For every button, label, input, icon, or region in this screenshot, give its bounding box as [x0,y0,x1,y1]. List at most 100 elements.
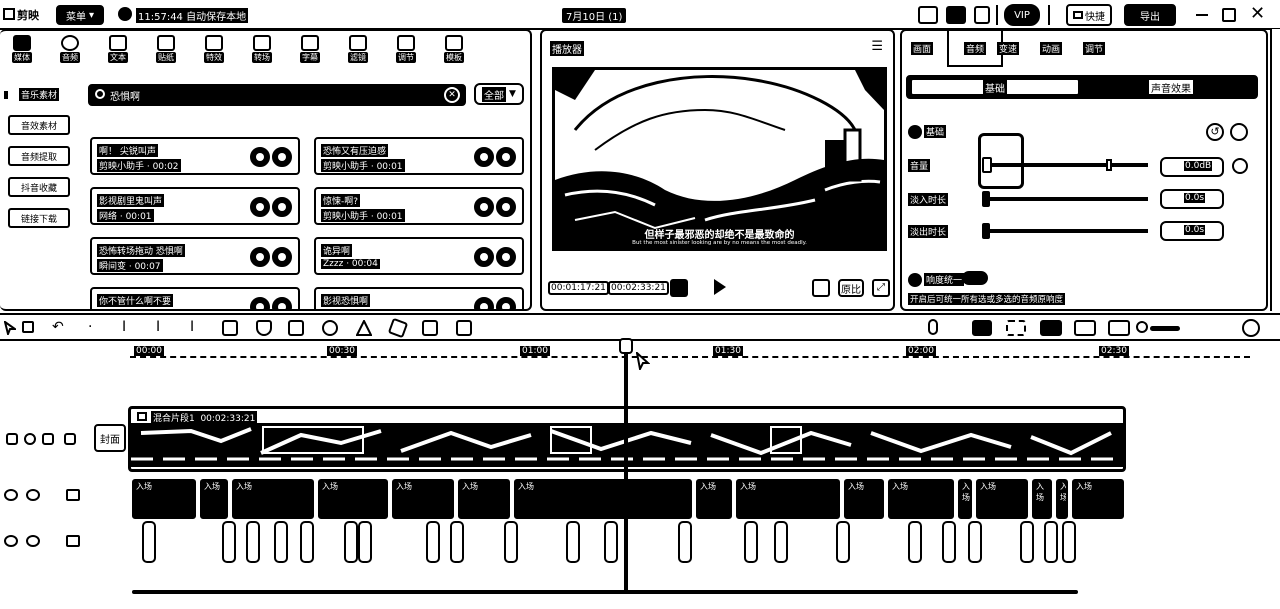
audio-stub-clip[interactable] [942,521,956,563]
fade-in-field[interactable]: 0.0s [1160,189,1224,209]
audio-stub-clip[interactable] [344,521,358,563]
tool-transition[interactable]: 转场 [242,35,282,65]
add-icon[interactable] [496,297,516,309]
audio-clip[interactable]: 入场 [1032,479,1052,519]
normalize-switch[interactable] [962,271,988,285]
timeline-scrollbar[interactable] [132,590,1078,594]
tool-adjust[interactable]: 调节 [386,35,426,65]
audio-stub-clip[interactable] [142,521,156,563]
favorite-icon[interactable] [250,297,270,309]
inspector-tab[interactable]: 变速 [990,39,1026,57]
maximize-icon[interactable] [1222,8,1236,22]
favorite-icon[interactable] [474,197,494,217]
add-icon[interactable] [272,247,292,267]
tool-effects[interactable]: 特效 [194,35,234,65]
audio-clip[interactable]: 入场 [888,479,954,519]
audio-clip[interactable]: 入场 [696,479,732,519]
close-icon[interactable]: ✕ [1250,5,1265,23]
sidebar-item[interactable]: 音乐素材 [4,84,70,104]
audio-stub-clip[interactable] [246,521,260,563]
audio-stub-clip[interactable] [968,521,982,563]
audio-clip[interactable]: 入场 [458,479,510,519]
split-icon[interactable]: I [122,320,138,336]
sidebar-item[interactable]: 音效素材 [8,115,70,135]
preview-axis-icon[interactable] [1074,320,1096,336]
add-icon[interactable] [272,147,292,167]
audio-result-card[interactable]: 恐怖又有压迫感 剪映小助手 · 00:01 [314,137,524,175]
clear-search-icon[interactable]: ✕ [444,87,460,103]
minimize-icon[interactable] [1196,14,1208,16]
audio-result-card[interactable]: 啊！ 尖锐叫声 剪映小助手 · 00:02 [90,137,300,175]
audio-clip[interactable]: 入场 [514,479,692,519]
audio-stub-clip[interactable] [1020,521,1034,563]
audio-track-2-lock-icon[interactable] [4,535,18,547]
audio-result-card[interactable]: 你不管什么啊不要 [90,287,300,309]
audio-clip[interactable]: 入场 [392,479,454,519]
vip-button[interactable]: VIP [1004,4,1040,26]
audio-stub-clip[interactable] [358,521,372,563]
audio-stub-clip[interactable] [604,521,618,563]
zoom-out-icon[interactable] [1108,320,1130,336]
fade-out-slider[interactable] [982,221,1148,241]
add-icon[interactable] [496,197,516,217]
audio-stub-clip[interactable] [300,521,314,563]
tool-filter[interactable]: 滤镜 [338,35,378,65]
tool-text[interactable]: 文本 [98,35,138,65]
add-icon[interactable] [272,297,292,309]
auto-snap-icon[interactable] [1006,320,1026,336]
project-name[interactable]: 7月10日 (1) [562,8,627,23]
video-preview[interactable]: 但样子最邪恶的却绝不是最致命的 But the most sinister lo… [552,67,887,251]
fullscreen-icon[interactable]: ⤢ [872,279,890,297]
subtab-basic[interactable]: 基础 [910,78,1080,96]
reverse-icon[interactable] [322,320,338,336]
slider-handle[interactable] [982,223,990,239]
normalize-toggle[interactable] [908,273,922,287]
add-icon[interactable] [272,197,292,217]
reset-icon[interactable]: ↺ [1206,123,1224,141]
zoom-icon[interactable] [812,279,830,297]
keyframe-icon[interactable] [1230,123,1248,141]
timecode-icon[interactable] [670,279,688,297]
select-dropdown-icon[interactable] [22,321,34,333]
select-tool-icon[interactable] [3,319,19,338]
filter-dropdown[interactable]: 全部 ▼ [474,83,524,105]
shortcut-button[interactable]: 快捷 [1066,4,1112,26]
audio-track-1-volume-icon[interactable] [66,489,80,501]
basic-toggle[interactable] [908,125,922,139]
split-right-icon[interactable]: I [190,320,206,336]
sidebar-item[interactable]: 抖音收藏 [8,177,70,197]
layout-icon[interactable] [918,6,938,24]
volume-value-field[interactable]: 0.0dB [1160,157,1224,177]
audio-stub-clip[interactable] [450,521,464,563]
split-left-icon[interactable]: I [156,320,172,336]
menu-button[interactable]: 菜单 ▾ [56,5,104,25]
timeline-zoom-slider[interactable] [1136,321,1180,333]
audio-clip[interactable]: 入场 [200,479,228,519]
video-track-eye-icon[interactable] [24,433,36,445]
audio-stub-clip[interactable] [744,521,758,563]
play-icon[interactable] [712,277,728,300]
volume-keyframe-icon[interactable] [1232,158,1248,174]
timeline-settings-icon[interactable] [1242,319,1260,337]
audio-stub-clip[interactable] [774,521,788,563]
main-track-magnet-icon[interactable] [972,320,992,336]
audio-result-card[interactable]: 惊悚-啊? 剪映小助手 · 00:01 [314,187,524,225]
audio-result-card[interactable]: 诡异啊 Zzzz · 00:04 [314,237,524,275]
tool-media[interactable]: 媒体 [2,35,42,65]
player-menu-icon[interactable]: ☰ [871,40,883,53]
audio-clip[interactable]: 入场 [232,479,314,519]
audio-clip[interactable]: 入场 [132,479,196,519]
favorite-icon[interactable] [250,247,270,267]
video-track-lock-icon[interactable] [6,433,18,445]
audio-clip[interactable]: 入场 [976,479,1028,519]
freeze-icon[interactable] [288,320,304,336]
audio-stub-clip[interactable] [566,521,580,563]
audio-stub-clip[interactable] [678,521,692,563]
favorite-icon[interactable] [474,297,494,309]
audio-clip[interactable]: 入场 [736,479,840,519]
audio-clip[interactable]: 入场 [844,479,884,519]
playhead-handle[interactable] [619,338,634,354]
add-icon[interactable] [496,247,516,267]
playhead[interactable] [619,338,634,590]
audio-result-card[interactable]: 恐怖转场拖动 恐惧啊 瞬间变 · 00:07 [90,237,300,275]
